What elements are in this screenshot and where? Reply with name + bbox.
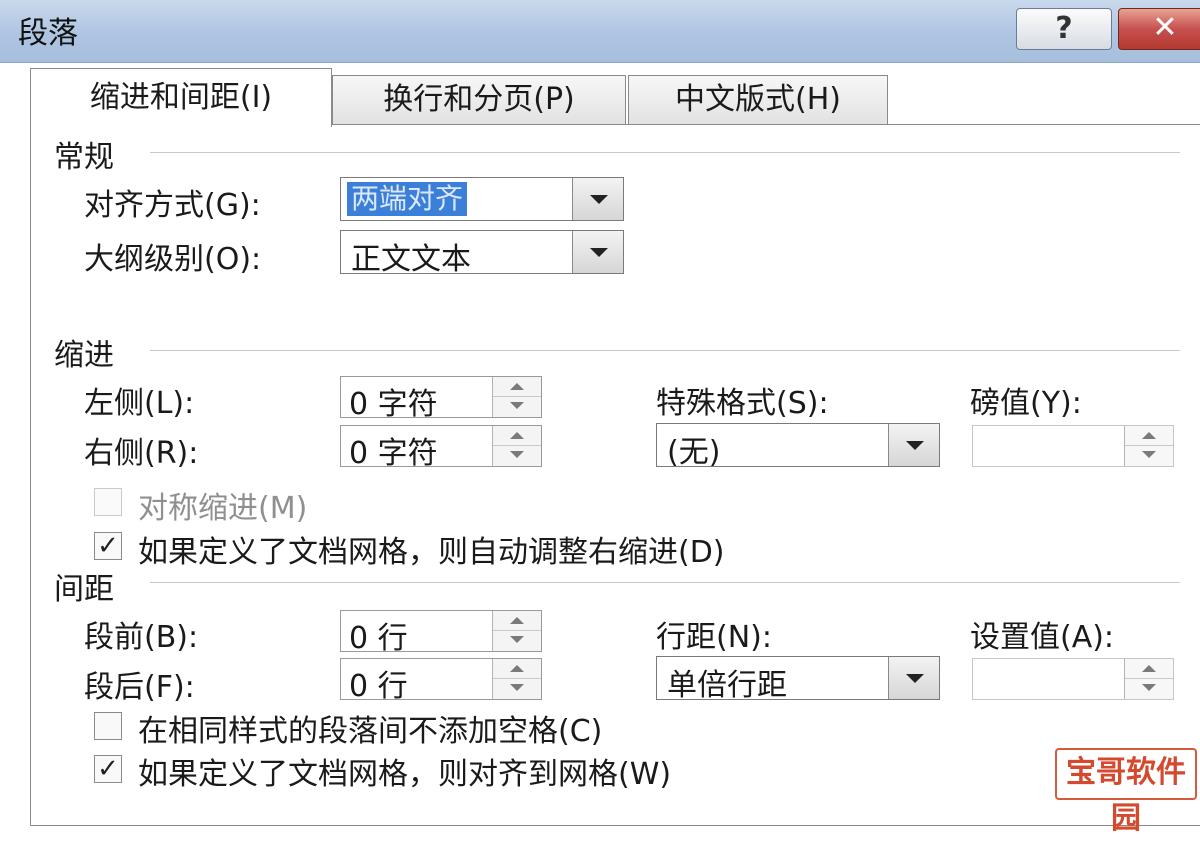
alignment-select[interactable]: 两端对齐: [340, 177, 624, 221]
alignment-label: 对齐方式(G):: [84, 188, 261, 223]
check-icon: ✓: [97, 754, 119, 784]
tab-asian-typography[interactable]: 中文版式(H): [628, 75, 888, 124]
space-before-stepper[interactable]: 0 行: [340, 610, 542, 656]
spin-down-icon[interactable]: [493, 679, 541, 698]
space-after-value: 0 行: [349, 669, 408, 704]
spin-down-icon[interactable]: [493, 631, 541, 650]
tab-indent-spacing[interactable]: 缩进和间距(I): [30, 68, 332, 127]
snap-to-grid-checkbox[interactable]: ✓: [94, 755, 122, 783]
space-before-value: 0 行: [349, 621, 408, 656]
section-general-heading: 常规: [54, 132, 122, 176]
spin-buttons: [492, 426, 541, 466]
indent-right-value: 0 字符: [349, 436, 438, 471]
spin-buttons: [1124, 426, 1173, 466]
spin-up-icon[interactable]: [493, 426, 541, 446]
title-bar: 段落 ? ✕: [0, 0, 1200, 63]
section-divider: [150, 582, 1180, 583]
outline-level-select[interactable]: 正文文本: [340, 230, 624, 277]
spin-down-icon[interactable]: [493, 397, 541, 416]
mirror-indent-label: 对称缩进(M): [138, 491, 308, 526]
indent-amount-label: 磅值(Y):: [970, 386, 1082, 421]
watermark-logo: 宝哥软件园: [1055, 748, 1197, 836]
spin-up-icon[interactable]: [493, 377, 541, 397]
spin-up-icon[interactable]: [493, 611, 541, 631]
chevron-down-icon[interactable]: [888, 424, 939, 466]
indent-left-label: 左侧(L):: [84, 386, 195, 421]
section-spacing-heading: 间距: [54, 564, 122, 608]
special-format-value: (无): [667, 435, 721, 470]
window-title: 段落: [18, 16, 78, 51]
alignment-value: 两端对齐: [347, 182, 468, 216]
spin-up-icon[interactable]: [1125, 426, 1173, 446]
indent-left-value: 0 字符: [349, 387, 438, 422]
spin-buttons: [492, 611, 541, 651]
tab-line-page-breaks[interactable]: 换行和分页(P): [332, 75, 626, 124]
help-button[interactable]: ?: [1016, 8, 1112, 50]
section-divider: [150, 152, 1180, 153]
spacing-at-stepper[interactable]: [972, 658, 1174, 700]
mirror-indent-checkbox[interactable]: [94, 488, 122, 516]
chevron-down-icon[interactable]: [572, 178, 623, 220]
space-after-label: 段后(F):: [84, 670, 195, 705]
auto-right-indent-label: 如果定义了文档网格，则自动调整右缩进(D): [138, 535, 725, 570]
spin-buttons: [492, 377, 541, 417]
section-indent-heading: 缩进: [54, 330, 122, 374]
line-spacing-label: 行距(N):: [656, 620, 772, 655]
spin-down-icon[interactable]: [1125, 679, 1173, 698]
auto-right-indent-checkbox[interactable]: ✓: [94, 532, 122, 560]
indent-right-label: 右侧(R):: [84, 436, 199, 471]
indent-left-stepper[interactable]: 0 字符: [340, 376, 542, 422]
space-before-label: 段前(B):: [84, 620, 199, 655]
special-format-select[interactable]: (无): [656, 423, 940, 470]
line-spacing-select[interactable]: 单倍行距: [656, 656, 940, 703]
outline-level-value: 正文文本: [351, 242, 471, 277]
indent-right-stepper[interactable]: 0 字符: [340, 425, 542, 471]
outline-level-label: 大纲级别(O):: [84, 242, 262, 277]
check-icon: ✓: [97, 531, 119, 561]
spin-buttons: [492, 659, 541, 699]
line-spacing-value: 单倍行距: [667, 668, 787, 703]
section-divider: [150, 350, 1180, 351]
spin-down-icon[interactable]: [493, 446, 541, 465]
spin-up-icon[interactable]: [493, 659, 541, 679]
chevron-down-icon[interactable]: [572, 231, 623, 273]
spin-down-icon[interactable]: [1125, 446, 1173, 465]
close-button[interactable]: ✕: [1118, 8, 1200, 50]
spacing-at-label: 设置值(A):: [970, 620, 1115, 655]
space-after-stepper[interactable]: 0 行: [340, 658, 542, 704]
snap-to-grid-label: 如果定义了文档网格，则对齐到网格(W): [138, 757, 672, 792]
special-format-label: 特殊格式(S):: [656, 386, 829, 421]
chevron-down-icon[interactable]: [888, 657, 939, 699]
indent-amount-stepper[interactable]: [972, 425, 1174, 467]
no-space-same-style-label: 在相同样式的段落间不添加空格(C): [138, 714, 603, 749]
spin-buttons: [1124, 659, 1173, 699]
spin-up-icon[interactable]: [1125, 659, 1173, 679]
no-space-same-style-checkbox[interactable]: [94, 712, 122, 740]
